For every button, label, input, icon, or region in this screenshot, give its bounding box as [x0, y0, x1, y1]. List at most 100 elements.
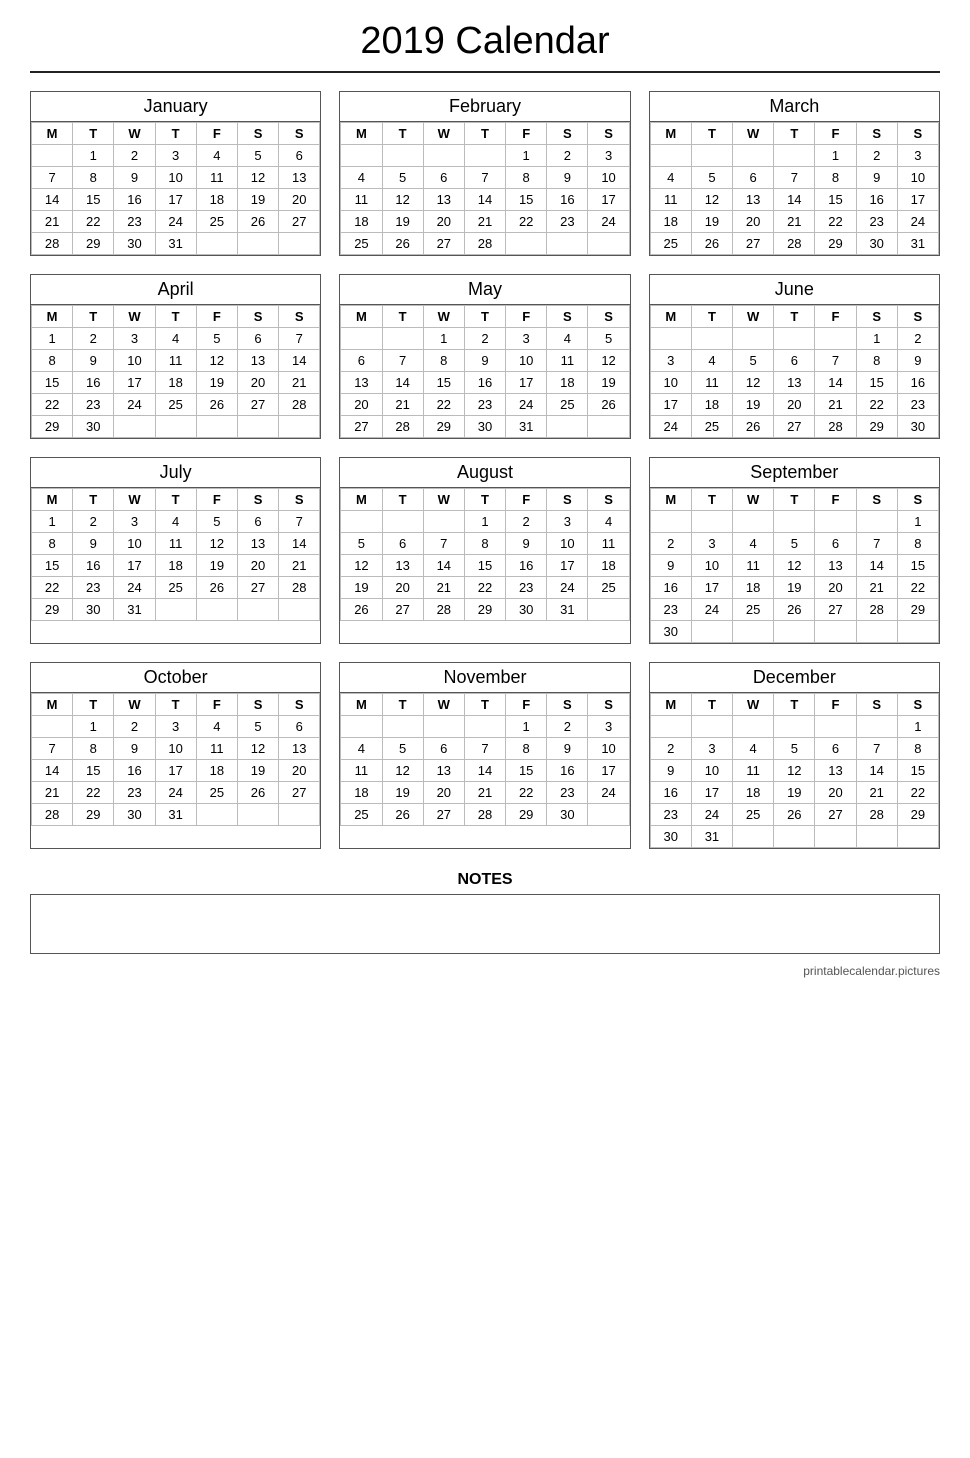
day-cell: 16: [73, 555, 114, 577]
day-cell: 10: [897, 167, 938, 189]
day-cell: 2: [650, 738, 691, 760]
day-cell: 16: [856, 189, 897, 211]
day-cell: 3: [155, 716, 196, 738]
day-cell: 12: [382, 760, 423, 782]
day-header: M: [341, 306, 382, 328]
day-cell: [279, 416, 320, 438]
month-table-june: MTWTFSS123456789101112131415161718192021…: [650, 305, 939, 438]
day-cell: [341, 328, 382, 350]
day-header: S: [547, 123, 588, 145]
day-header: T: [155, 306, 196, 328]
day-cell: 27: [279, 211, 320, 233]
day-cell: 6: [423, 738, 464, 760]
day-cell: 25: [588, 577, 629, 599]
day-cell: 11: [341, 189, 382, 211]
page-title: 2019 Calendar: [30, 20, 940, 73]
day-cell: [423, 716, 464, 738]
day-cell: 9: [114, 738, 155, 760]
day-cell: 28: [856, 599, 897, 621]
day-cell: [423, 511, 464, 533]
day-cell: 4: [155, 328, 196, 350]
day-cell: 1: [856, 328, 897, 350]
day-cell: 30: [650, 826, 691, 848]
day-cell: 10: [114, 533, 155, 555]
day-cell: 7: [423, 533, 464, 555]
day-cell: 9: [73, 533, 114, 555]
week-row: 2728293031: [341, 416, 629, 438]
week-row: 123: [341, 716, 629, 738]
day-cell: 25: [341, 233, 382, 255]
day-cell: 29: [815, 233, 856, 255]
day-header: T: [691, 489, 732, 511]
week-row: 18192021222324: [650, 211, 938, 233]
day-cell: 3: [691, 738, 732, 760]
day-cell: 25: [341, 804, 382, 826]
week-row: 21222324252627: [32, 782, 320, 804]
day-cell: 2: [506, 511, 547, 533]
day-header: S: [237, 489, 278, 511]
week-row: 12: [650, 328, 938, 350]
day-cell: 8: [32, 350, 73, 372]
day-cell: 23: [650, 804, 691, 826]
week-row: 45678910: [341, 738, 629, 760]
day-cell: 16: [114, 760, 155, 782]
day-cell: 28: [279, 394, 320, 416]
day-cell: 13: [774, 372, 815, 394]
day-cell: 14: [32, 189, 73, 211]
day-header: W: [114, 123, 155, 145]
day-cell: 27: [382, 599, 423, 621]
week-row: 45678910: [650, 167, 938, 189]
day-cell: 19: [237, 189, 278, 211]
day-cell: [815, 328, 856, 350]
day-cell: 21: [382, 394, 423, 416]
day-cell: 13: [423, 189, 464, 211]
day-header: S: [897, 306, 938, 328]
day-cell: 9: [547, 167, 588, 189]
day-cell: 9: [73, 350, 114, 372]
day-cell: 22: [815, 211, 856, 233]
day-cell: 20: [279, 760, 320, 782]
day-cell: 4: [547, 328, 588, 350]
day-cell: 17: [547, 555, 588, 577]
day-cell: 7: [815, 350, 856, 372]
day-cell: 22: [506, 782, 547, 804]
day-cell: 6: [423, 167, 464, 189]
day-cell: 5: [196, 511, 237, 533]
week-row: 2345678: [650, 533, 938, 555]
day-cell: 18: [196, 760, 237, 782]
day-cell: 11: [733, 555, 774, 577]
day-cell: [856, 826, 897, 848]
day-cell: 5: [774, 738, 815, 760]
notes-title: NOTES: [30, 871, 940, 889]
day-cell: 27: [423, 233, 464, 255]
day-cell: 12: [774, 555, 815, 577]
day-cell: 19: [237, 760, 278, 782]
day-cell: 18: [733, 577, 774, 599]
day-cell: 17: [650, 394, 691, 416]
day-header: F: [815, 123, 856, 145]
day-cell: 26: [196, 577, 237, 599]
day-cell: 24: [114, 577, 155, 599]
month-table-october: MTWTFSS123456789101112131415161718192021…: [31, 693, 320, 826]
day-cell: 9: [650, 555, 691, 577]
notes-box[interactable]: [30, 894, 940, 954]
month-table-january: MTWTFSS123456789101112131415161718192021…: [31, 122, 320, 255]
week-row: 14151617181920: [32, 760, 320, 782]
day-cell: 10: [155, 738, 196, 760]
day-cell: 16: [650, 782, 691, 804]
day-cell: [856, 716, 897, 738]
week-row: 14151617181920: [32, 189, 320, 211]
day-cell: 21: [32, 782, 73, 804]
day-cell: [341, 511, 382, 533]
day-cell: 13: [423, 760, 464, 782]
month-title-february: February: [340, 92, 629, 122]
day-cell: 1: [73, 716, 114, 738]
week-row: 262728293031: [341, 599, 629, 621]
week-row: 891011121314: [32, 350, 320, 372]
day-cell: 10: [155, 167, 196, 189]
day-cell: 28: [382, 416, 423, 438]
day-cell: 2: [464, 328, 505, 350]
day-header: M: [650, 123, 691, 145]
day-header: T: [691, 306, 732, 328]
day-header: T: [464, 123, 505, 145]
